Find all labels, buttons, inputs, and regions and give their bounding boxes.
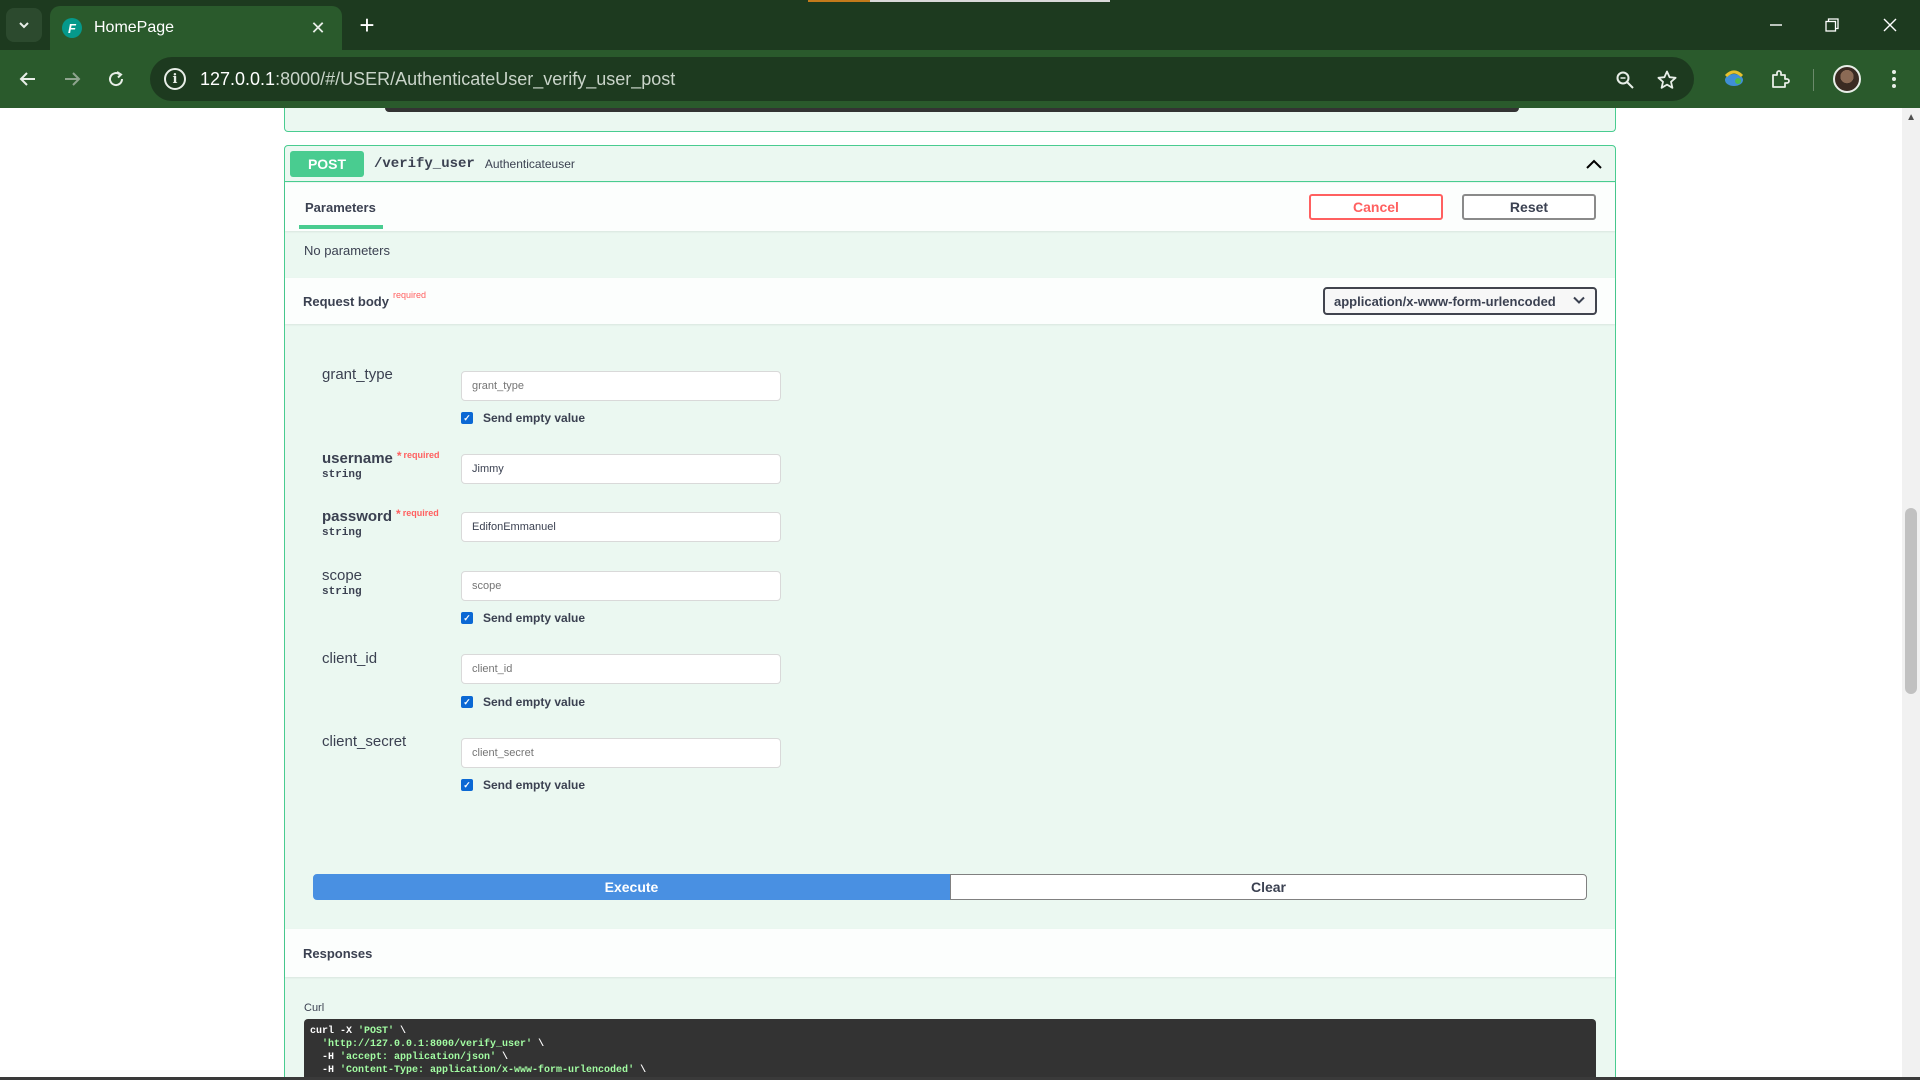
grant-type-input[interactable]: grant_type [461, 371, 781, 401]
menu-icon[interactable] [1878, 63, 1910, 95]
scope-send-empty[interactable]: ✓ Send empty value [461, 611, 585, 625]
operation-description: Authenticateuser [484, 156, 575, 171]
scrollbar-thumb[interactable] [1905, 508, 1917, 694]
forward-icon[interactable] [56, 63, 88, 95]
checkbox-checked-icon[interactable]: ✓ [461, 779, 473, 791]
tab-search-icon[interactable] [6, 8, 42, 42]
field-name: password * required [322, 507, 439, 525]
checkbox-checked-icon[interactable]: ✓ [461, 412, 473, 424]
field-type: string [322, 586, 362, 598]
tab-title: HomePage [94, 19, 175, 36]
responses-header: Responses [285, 929, 1615, 977]
client-secret-input[interactable]: client_secret [461, 738, 781, 768]
field-password-label: password * required string [322, 507, 439, 539]
previous-code-block [385, 108, 1519, 112]
operation-summary[interactable]: POST /verify_user Authenticateuser [285, 146, 1615, 182]
content-type-select[interactable]: application/x-www-form-urlencoded [1323, 287, 1597, 315]
required-marker: required [392, 290, 426, 300]
client-id-send-empty[interactable]: ✓ Send empty value [461, 695, 585, 709]
curl-code-block[interactable]: curl -X 'POST' \ 'http://127.0.0.1:8000/… [304, 1019, 1596, 1080]
bookmark-star-icon[interactable] [1654, 67, 1680, 93]
client-id-input[interactable]: client_id [461, 654, 781, 684]
operation-path: /verify_user [374, 155, 475, 172]
send-empty-label: Send empty value [483, 778, 586, 792]
content-type-value: application/x-www-form-urlencoded [1334, 293, 1556, 309]
send-empty-label: Send empty value [483, 611, 586, 625]
puzzle-icon[interactable] [1764, 63, 1796, 95]
send-empty-label: Send empty value [483, 411, 586, 425]
request-body-title: Request body [303, 293, 389, 309]
field-client-id-label: client_id [322, 650, 377, 667]
field-type: string [322, 469, 362, 481]
address-bar[interactable]: i 127.0.0.1:8000/#/USER/AuthenticateUser… [150, 57, 1694, 101]
browser-tab-bar: F HomePage ✕ + [0, 0, 1920, 50]
close-tab-icon[interactable]: ✕ [306, 18, 330, 39]
tab-parameters[interactable]: Parameters [303, 183, 378, 231]
reload-icon[interactable] [100, 63, 132, 95]
restore-icon[interactable] [1810, 10, 1854, 40]
field-grant-type-label: grant_type [322, 366, 393, 383]
browser-toolbar: i 127.0.0.1:8000/#/USER/AuthenticateUser… [0, 50, 1920, 108]
fastapi-favicon-icon: F [62, 18, 82, 38]
cancel-button[interactable]: Cancel [1309, 194, 1443, 220]
scope-input[interactable]: scope [461, 571, 781, 601]
previous-operation-block [284, 108, 1616, 132]
checkbox-checked-icon[interactable]: ✓ [461, 696, 473, 708]
grant-type-send-empty[interactable]: ✓ Send empty value [461, 411, 585, 425]
new-tab-button[interactable]: + [352, 10, 382, 40]
field-scope-label: scope string [322, 567, 362, 598]
username-input[interactable]: Jimmy [461, 454, 781, 484]
field-name: scope [322, 567, 363, 584]
method-badge: POST [290, 150, 364, 177]
scroll-up-icon[interactable]: ▲ [1906, 112, 1916, 123]
password-input[interactable]: EdifonEmmanuel [461, 512, 781, 542]
field-name: username * required [322, 449, 440, 467]
field-type: string [322, 527, 362, 539]
field-name: client_secret [322, 733, 407, 750]
execute-row: Execute Clear [313, 874, 1587, 900]
url-text: 127.0.0.1:8000/#/USER/AuthenticateUser_v… [200, 68, 676, 89]
operation-block-verify-user: POST /verify_user Authenticateuser Param… [284, 145, 1616, 1080]
minimize-icon[interactable] [1754, 10, 1798, 40]
back-icon[interactable] [12, 63, 44, 95]
tab-strip-accent-2 [870, 0, 1110, 2]
field-name: client_id [322, 650, 378, 667]
responses-title: Responses [303, 945, 373, 961]
tab-strip-accent [808, 0, 870, 2]
reset-button[interactable]: Reset [1462, 194, 1596, 220]
checkbox-checked-icon[interactable]: ✓ [461, 612, 473, 624]
curl-label: Curl [304, 1002, 325, 1014]
site-info-icon[interactable]: i [164, 68, 186, 90]
chevron-up-icon[interactable] [1583, 153, 1605, 175]
avatar[interactable] [1833, 65, 1861, 93]
chevron-down-icon [1573, 293, 1585, 307]
zoom-icon[interactable] [1612, 67, 1638, 93]
field-name: grant_type [322, 366, 393, 383]
extension-icon[interactable] [1718, 63, 1750, 95]
client-secret-send-empty[interactable]: ✓ Send empty value [461, 778, 585, 792]
field-username-label: username * required string [322, 449, 440, 481]
toolbar-divider [1813, 69, 1814, 91]
browser-tab[interactable]: F HomePage ✕ [50, 6, 342, 50]
clear-button[interactable]: Clear [950, 874, 1587, 900]
execute-button[interactable]: Execute [313, 874, 950, 900]
no-parameters-text: No parameters [304, 243, 390, 258]
send-empty-label: Send empty value [483, 695, 586, 709]
field-client-secret-label: client_secret [322, 733, 406, 750]
tab-underline [299, 225, 383, 229]
close-window-icon[interactable] [1868, 10, 1912, 40]
